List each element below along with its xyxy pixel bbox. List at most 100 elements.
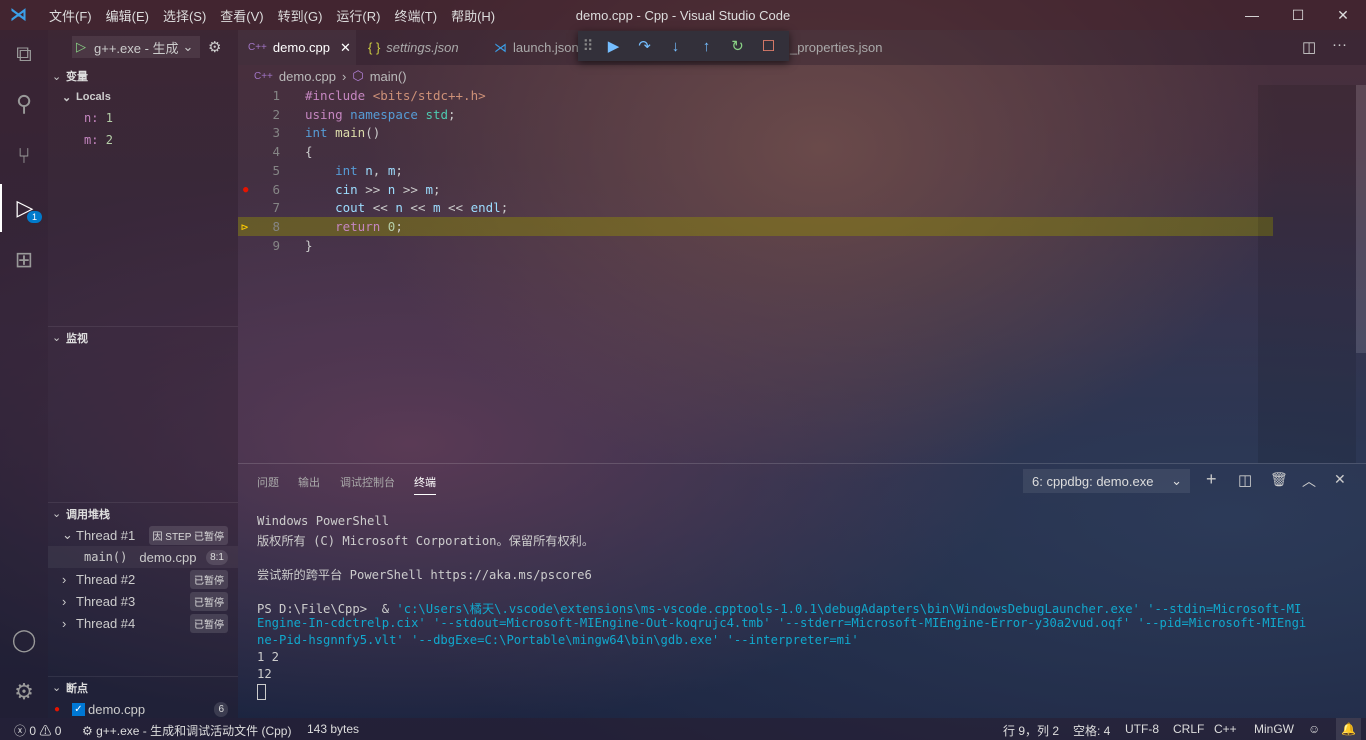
var-value: 1: [105, 111, 113, 125]
variable-n[interactable]: n: 1: [48, 107, 238, 129]
thread-status: 因 STEP 已暂停: [148, 525, 228, 545]
menu-run[interactable]: 运行(R): [329, 6, 387, 25]
step-into-icon[interactable]: ↓: [660, 38, 691, 55]
new-terminal-icon[interactable]: +: [1206, 469, 1217, 490]
frame-position: 8:1: [206, 549, 228, 565]
variable-m[interactable]: m: 2: [48, 129, 238, 151]
thread-3[interactable]: › Thread #3 已暂停: [48, 590, 238, 612]
feedback-icon[interactable]: ☺: [1308, 722, 1320, 736]
thread-4[interactable]: › Thread #4 已暂停: [48, 612, 238, 634]
menu-selection[interactable]: 选择(S): [156, 6, 213, 25]
thread-1[interactable]: ⌄ Thread #1 因 STEP 已暂停: [48, 524, 238, 546]
launch-config: g++.exe - 生成和调试活动文件 (Cpp): [96, 724, 292, 738]
tab-label: demo.cpp: [272, 40, 330, 55]
kill-terminal-icon[interactable]: 🗑: [1270, 471, 1288, 488]
symbol-method-icon: ⬡: [352, 68, 364, 83]
line-number: 2: [272, 107, 280, 122]
indentation[interactable]: 空格: 4: [1073, 722, 1110, 739]
menu-view[interactable]: 查看(V): [213, 6, 270, 25]
callstack-section-header[interactable]: ⌄ 调用堆栈: [48, 502, 238, 524]
split-editor-icon[interactable]: ◫: [1302, 38, 1316, 56]
tab-label: launch.json: [513, 40, 579, 55]
close-tab-icon[interactable]: ✕: [340, 40, 351, 56]
close-window-button[interactable]: ✕: [1320, 0, 1366, 30]
thread-name: Thread #4: [76, 615, 136, 631]
line-ending[interactable]: CRLF: [1173, 722, 1204, 736]
minimize-button[interactable]: —: [1229, 0, 1275, 30]
thread-2[interactable]: › Thread #2 已暂停: [48, 568, 238, 590]
tab-demo-cpp[interactable]: C++ demo.cpp ✕: [238, 30, 356, 65]
stop-icon[interactable]: ☐: [753, 37, 784, 55]
run-debug-icon[interactable]: ▷ 1: [0, 184, 48, 232]
drag-handle-icon[interactable]: ⠿: [578, 37, 598, 55]
current-line: ⊳ 8 return 0;: [238, 217, 1273, 236]
locals-scope[interactable]: ⌄ Locals: [48, 86, 238, 108]
watch-title: 监视: [66, 332, 88, 345]
encoding[interactable]: UTF-8: [1125, 722, 1159, 736]
menu-go[interactable]: 转到(G): [271, 6, 330, 25]
notifications-bell-icon[interactable]: 🔔: [1336, 718, 1361, 740]
error-count: 0: [29, 724, 37, 738]
menu-terminal[interactable]: 终端(T): [387, 6, 444, 25]
debug-settings-gear-icon[interactable]: ⚙: [208, 38, 221, 56]
tab-problems[interactable]: 问题: [257, 474, 279, 490]
menu-help[interactable]: 帮助(H): [444, 6, 502, 25]
breakpoint-checkbox[interactable]: ✓: [72, 702, 85, 716]
line-number: 9: [272, 238, 280, 253]
breakpoints-section-header[interactable]: ⌄ 断点: [48, 676, 238, 698]
code-line: 2 using namespace std;: [238, 105, 1273, 124]
debug-toolbar: ⠿ ▶ ↷ ↓ ↑ ↻ ☐: [578, 31, 789, 61]
split-terminal-icon[interactable]: ◫: [1238, 471, 1252, 489]
variables-section-header[interactable]: ⌄ 变量: [48, 65, 238, 87]
cpp-file-icon: C++: [254, 70, 273, 82]
tab-properties-json[interactable]: _properties.json: [780, 30, 893, 65]
code-line: 1 #include <bits/stdc++.h>: [238, 86, 1273, 105]
terminal-select[interactable]: 6: cppdbg: demo.exe ⌄: [1023, 469, 1190, 493]
tab-terminal[interactable]: 终端: [414, 474, 436, 495]
breadcrumb-file[interactable]: demo.cpp: [279, 69, 336, 84]
search-icon[interactable]: ⚲: [0, 80, 48, 128]
tab-launch-json[interactable]: ⋊ launch.json: [484, 30, 589, 65]
extensions-icon[interactable]: ⊞: [0, 236, 48, 284]
breadcrumb-symbol[interactable]: main(): [370, 69, 407, 84]
debug-launch-status[interactable]: ⚙ g++.exe - 生成和调试活动文件 (Cpp): [82, 722, 291, 739]
continue-icon[interactable]: ▶: [598, 37, 629, 55]
step-over-icon[interactable]: ↷: [629, 37, 660, 55]
menu-file[interactable]: 文件(F): [42, 6, 99, 25]
account-icon[interactable]: ◯: [0, 616, 48, 664]
step-out-icon[interactable]: ↑: [691, 38, 722, 55]
menu-edit[interactable]: 编辑(E): [99, 6, 156, 25]
start-debug-icon[interactable]: ▷: [76, 39, 86, 55]
tab-settings-json[interactable]: { } settings.json: [358, 30, 469, 65]
restart-icon[interactable]: ↻: [722, 37, 753, 55]
explorer-icon[interactable]: ⧉: [0, 30, 48, 78]
cpp-file-icon: C++: [248, 42, 267, 53]
warning-count: 0: [54, 724, 62, 738]
problems-status[interactable]: ⓧ 0 ⚠ 0: [14, 722, 61, 739]
language-mode[interactable]: C++: [1214, 722, 1237, 736]
stack-frame[interactable]: main() demo.cpp 8:1: [48, 546, 238, 568]
tab-label: _properties.json: [790, 40, 883, 55]
tab-output[interactable]: 输出: [298, 474, 320, 490]
more-actions-icon[interactable]: ···: [1332, 36, 1347, 53]
code-line: 3 int main(): [238, 123, 1273, 142]
close-panel-icon[interactable]: ✕: [1334, 471, 1346, 488]
breakpoint-item[interactable]: ● ✓ demo.cpp 6: [48, 698, 238, 720]
compiler-config[interactable]: MinGW: [1254, 722, 1294, 736]
terminal-line: ne-Pid-hsgnnfy5.vlt' '--dbgExe=C:\Portab…: [257, 633, 859, 647]
manage-gear-icon[interactable]: ⚙: [0, 668, 48, 716]
tab-debug-console[interactable]: 调试控制台: [340, 474, 395, 490]
editor-scrollbar[interactable]: [1356, 85, 1366, 353]
breakpoint-icon[interactable]: ●: [243, 185, 248, 195]
cursor-position[interactable]: 行 9，列 2: [1003, 722, 1059, 739]
minimap[interactable]: [1258, 85, 1356, 463]
chevron-down-icon: ⌄: [182, 39, 194, 54]
code-line: 4{: [238, 142, 1273, 161]
bottom-panel: 问题 输出 调试控制台 终端 6: cppdbg: demo.exe ⌄ + ◫ …: [238, 463, 1366, 718]
maximize-panel-icon[interactable]: ︿: [1302, 471, 1316, 491]
watch-section-header[interactable]: ⌄ 监视: [48, 326, 238, 348]
source-control-icon[interactable]: ⑂: [0, 132, 48, 180]
maximize-button[interactable]: ☐: [1275, 0, 1321, 30]
thread-name: Thread #1: [76, 527, 136, 543]
debug-config-select[interactable]: ▷ g++.exe - 生成 ⌄: [72, 36, 200, 58]
